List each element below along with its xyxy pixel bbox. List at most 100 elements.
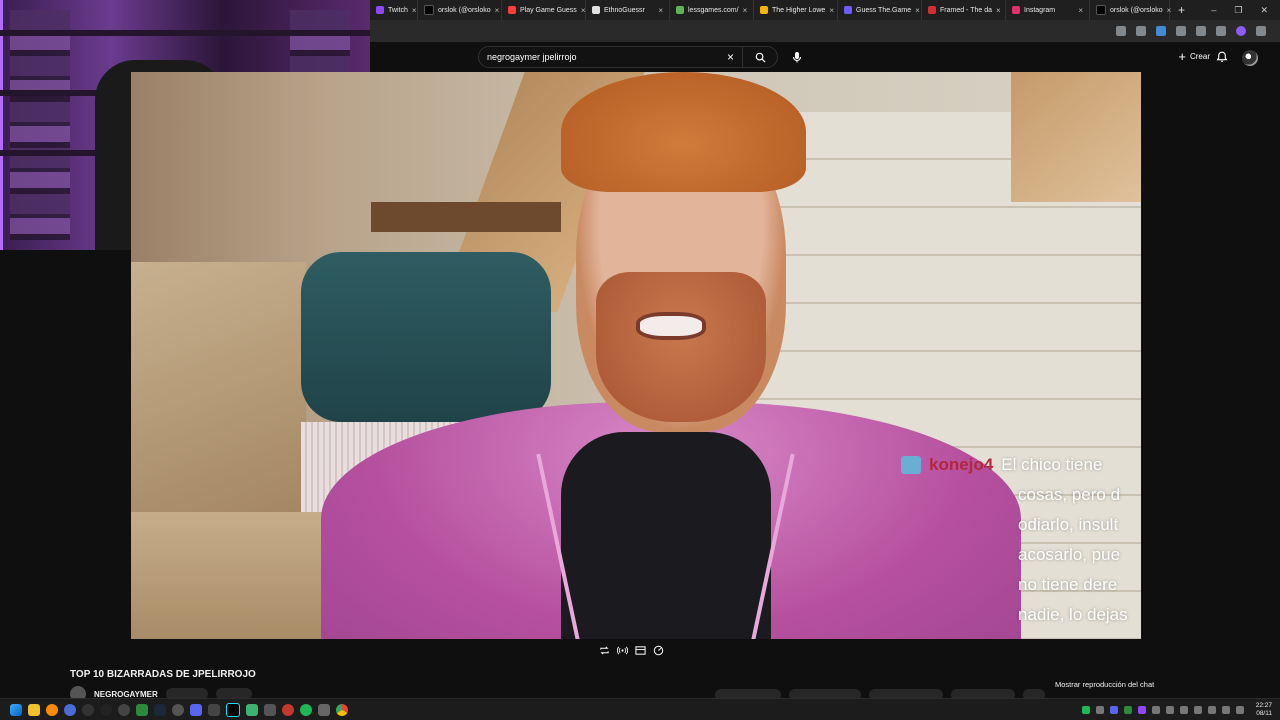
- search-box: ×: [478, 46, 778, 68]
- app-icon[interactable]: [82, 703, 94, 716]
- youtube-header: × + Crear: [370, 42, 1280, 72]
- windows-start-icon[interactable]: [10, 703, 22, 716]
- tray-icon[interactable]: [1095, 705, 1104, 714]
- speed-gauge-icon[interactable]: [652, 644, 664, 656]
- tab-close-icon[interactable]: ×: [581, 6, 586, 15]
- create-label: Crear: [1189, 52, 1210, 61]
- tab-close-icon[interactable]: ×: [1078, 6, 1083, 15]
- app-icon[interactable]: [136, 703, 148, 716]
- notifications-bell-icon[interactable]: [1216, 51, 1228, 63]
- tray-icon[interactable]: [1151, 705, 1160, 714]
- create-button[interactable]: + Crear: [1178, 49, 1210, 64]
- volume-icon[interactable]: [1235, 705, 1244, 714]
- tab-close-icon[interactable]: ×: [658, 6, 663, 15]
- clock-date: 08/11: [1256, 709, 1272, 717]
- discord-icon[interactable]: [190, 703, 202, 716]
- taskbar-clock[interactable]: 22:27 08/11: [1256, 702, 1272, 718]
- search-taskbar-icon[interactable]: [46, 703, 58, 716]
- tab-label: Play Game Guess: [520, 6, 577, 14]
- chat-line: cosas, pero d: [1018, 485, 1121, 504]
- tray-icon[interactable]: [1137, 705, 1146, 714]
- browser-tab-strip: Twitch × orslok (@orsloko × Play Game Gu…: [370, 0, 1280, 20]
- tab-favicon: [592, 6, 600, 14]
- tab-label: Framed - The da: [940, 6, 993, 14]
- tray-icon[interactable]: [1193, 705, 1202, 714]
- tray-icon[interactable]: [1109, 705, 1118, 714]
- install-app-icon[interactable]: [1116, 26, 1126, 36]
- minimize-icon[interactable]: –: [1211, 5, 1216, 16]
- clock-time: 22:27: [1255, 701, 1272, 709]
- shelf-left: [10, 10, 70, 240]
- shelf: [371, 202, 561, 232]
- search-input[interactable]: [479, 51, 719, 63]
- app-icon[interactable]: [64, 703, 76, 716]
- browser-tab[interactable]: orslok (@orsloko ×: [418, 0, 502, 20]
- file-explorer-icon[interactable]: [28, 703, 40, 716]
- clear-search-icon[interactable]: ×: [719, 50, 742, 64]
- extension-icon[interactable]: [1156, 26, 1166, 36]
- browser-tab[interactable]: Guess The.Game ×: [838, 0, 922, 20]
- app-icon[interactable]: [172, 703, 184, 716]
- app-icon[interactable]: [318, 703, 330, 716]
- tiktok-icon[interactable]: [226, 702, 240, 717]
- tray-icon[interactable]: [1081, 705, 1090, 714]
- maximize-icon[interactable]: ❐: [1234, 5, 1242, 16]
- browser-tab[interactable]: Instagram ×: [1006, 0, 1090, 20]
- search-icon: [755, 52, 766, 63]
- chat-line: no tiene dere: [1018, 575, 1118, 594]
- profile-avatar[interactable]: [1236, 26, 1246, 36]
- app-icon[interactable]: [282, 703, 294, 716]
- new-tab-button[interactable]: +: [1170, 3, 1193, 17]
- tab-favicon: [1012, 6, 1020, 14]
- search-button[interactable]: [742, 47, 777, 67]
- menu-dots-icon[interactable]: [1256, 26, 1266, 36]
- browser-tab[interactable]: Framed - The da ×: [922, 0, 1006, 20]
- tray-icon[interactable]: [1207, 705, 1216, 714]
- app-icon[interactable]: [208, 703, 220, 716]
- miniplayer-icon[interactable]: [634, 644, 646, 656]
- extensions-puzzle-icon[interactable]: [1176, 26, 1186, 36]
- tab-close-icon[interactable]: ×: [495, 6, 500, 15]
- black-shirt: [561, 432, 771, 639]
- steam-icon[interactable]: [154, 703, 166, 716]
- video-title: TOP 10 BIZARRADAS DE JPELIRROJO: [70, 669, 256, 680]
- account-avatar[interactable]: [1242, 50, 1258, 66]
- tab-label: The Higher Lowe: [772, 6, 826, 14]
- app-icon[interactable]: [246, 703, 258, 716]
- downloads-icon[interactable]: [1196, 26, 1206, 36]
- browser-tab[interactable]: Twitch ×: [370, 0, 418, 20]
- chat-line: El chico tiene: [1001, 455, 1103, 474]
- tray-icon[interactable]: [1179, 705, 1188, 714]
- sidebar-icon[interactable]: [1216, 26, 1226, 36]
- tab-close-icon[interactable]: ×: [743, 6, 748, 15]
- close-window-icon[interactable]: ✕: [1260, 5, 1268, 16]
- wifi-icon[interactable]: [1221, 705, 1230, 714]
- red-beard: [596, 272, 766, 422]
- app-icon[interactable]: [264, 703, 276, 716]
- browser-tab[interactable]: Play Game Guess ×: [502, 0, 586, 20]
- microphone-icon[interactable]: [790, 50, 804, 64]
- tab-close-icon[interactable]: ×: [412, 6, 417, 15]
- spotify-icon[interactable]: [300, 703, 312, 716]
- browser-tab[interactable]: The Higher Lowe ×: [754, 0, 838, 20]
- tray-icon[interactable]: [1123, 705, 1132, 714]
- cast-icon[interactable]: [616, 644, 628, 656]
- chrome-icon[interactable]: [336, 703, 348, 716]
- red-hair: [561, 72, 806, 192]
- loop-icon[interactable]: [598, 644, 610, 656]
- tray-icon[interactable]: [1165, 705, 1174, 714]
- tab-close-icon[interactable]: ×: [829, 6, 834, 15]
- browser-tab[interactable]: EthnoGuessr ×: [586, 0, 670, 20]
- app-icon[interactable]: [100, 703, 112, 716]
- show-chat-replay-button[interactable]: Mostrar reproducción del chat: [1055, 680, 1154, 689]
- tab-favicon: [1096, 5, 1106, 15]
- chat-message-body: cosas, pero d odiarlo, insult acosarlo, …: [901, 480, 1141, 630]
- browser-tab[interactable]: lessgames.com/ ×: [670, 0, 754, 20]
- video-player[interactable]: konejo4 El chico tiene cosas, pero d odi…: [131, 72, 1141, 639]
- tab-favicon: [424, 5, 434, 15]
- bookmark-star-icon[interactable]: [1136, 26, 1146, 36]
- tab-close-icon[interactable]: ×: [915, 6, 920, 15]
- tab-close-icon[interactable]: ×: [996, 6, 1001, 15]
- browser-tab[interactable]: orslok (@orsloko ×: [1090, 0, 1171, 20]
- app-icon[interactable]: [118, 703, 130, 716]
